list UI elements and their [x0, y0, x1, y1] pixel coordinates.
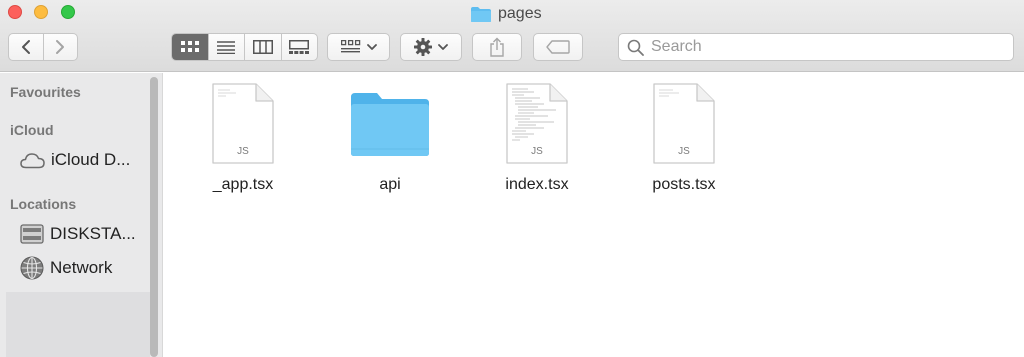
sidebar-item-diskstation[interactable]: DISKSTA...	[20, 221, 136, 247]
group-by-button[interactable]	[327, 33, 390, 61]
file-item-app-tsx[interactable]: JS _app.tsx	[183, 81, 303, 201]
window-toolbar: pages	[0, 0, 1024, 72]
list-view-button[interactable]	[207, 34, 245, 60]
folder-icon	[351, 93, 429, 156]
cloud-icon	[20, 152, 45, 168]
file-badge: JS	[678, 146, 690, 157]
file-name: posts.tsx	[652, 176, 716, 193]
file-browser-content: JS _app.tsx api JS index.tsx JS posts.ts…	[164, 73, 1024, 357]
maximize-window-button[interactable]	[61, 5, 75, 19]
navigation-buttons	[8, 33, 78, 61]
forward-button[interactable]	[42, 34, 77, 60]
column-view-button[interactable]	[244, 34, 281, 60]
grid-icon	[180, 41, 199, 52]
share-button[interactable]	[472, 33, 522, 61]
chevron-down-icon	[366, 43, 377, 50]
network-globe-icon	[20, 256, 44, 280]
search-input[interactable]	[651, 38, 991, 56]
columns-icon	[252, 40, 273, 54]
group-icon	[340, 40, 360, 53]
file-name: index.tsx	[505, 176, 569, 193]
file-item-posts-tsx[interactable]: JS posts.tsx	[624, 81, 744, 201]
gallery-icon	[289, 40, 310, 54]
gallery-view-button[interactable]	[280, 34, 318, 60]
minimize-window-button[interactable]	[34, 5, 48, 19]
view-mode-control	[171, 33, 318, 61]
list-icon	[217, 41, 236, 54]
file-item-index-tsx[interactable]: JS index.tsx	[477, 81, 597, 201]
window-title-text: pages	[498, 5, 542, 22]
sidebar-item-network[interactable]: Network	[20, 255, 112, 281]
sidebar-heading-icloud: iCloud	[10, 122, 54, 138]
window-title: pages	[470, 4, 542, 24]
sidebar-item-icloud-drive[interactable]: iCloud D...	[20, 147, 130, 173]
icon-view-button[interactable]	[172, 34, 208, 60]
edit-tags-button[interactable]	[533, 33, 583, 61]
gear-icon	[414, 38, 432, 56]
chevron-right-icon	[56, 40, 65, 54]
chevron-left-icon	[21, 40, 30, 54]
search-field[interactable]	[618, 33, 1014, 61]
file-name: api	[379, 176, 401, 193]
sidebar-item-label: Network	[50, 258, 113, 277]
share-icon	[490, 37, 504, 57]
file-name: _app.tsx	[212, 176, 274, 193]
js-file-icon: JS	[506, 83, 568, 164]
sidebar-item-label: DISKSTA...	[50, 224, 136, 243]
sidebar-lower-pane	[6, 292, 150, 357]
js-file-icon: JS	[212, 83, 274, 164]
sidebar-scrollbar[interactable]	[150, 77, 158, 357]
action-menu-button[interactable]	[400, 33, 462, 61]
folder-item-api[interactable]: api	[330, 81, 450, 201]
file-badge: JS	[237, 146, 249, 157]
search-icon	[627, 39, 644, 56]
tag-icon	[546, 40, 570, 54]
js-file-icon: JS	[653, 83, 715, 164]
sidebar-heading-favourites: Favourites	[10, 84, 81, 100]
chevron-down-icon	[438, 43, 448, 50]
folder-icon	[471, 6, 491, 22]
close-window-button[interactable]	[8, 5, 22, 19]
sidebar-heading-locations: Locations	[10, 196, 77, 212]
server-icon	[20, 224, 44, 244]
sidebar-item-label: iCloud D...	[51, 150, 131, 169]
back-button[interactable]	[9, 34, 43, 60]
sidebar: Favourites iCloud iCloud D... Locations …	[0, 73, 163, 357]
file-badge: JS	[531, 146, 543, 157]
